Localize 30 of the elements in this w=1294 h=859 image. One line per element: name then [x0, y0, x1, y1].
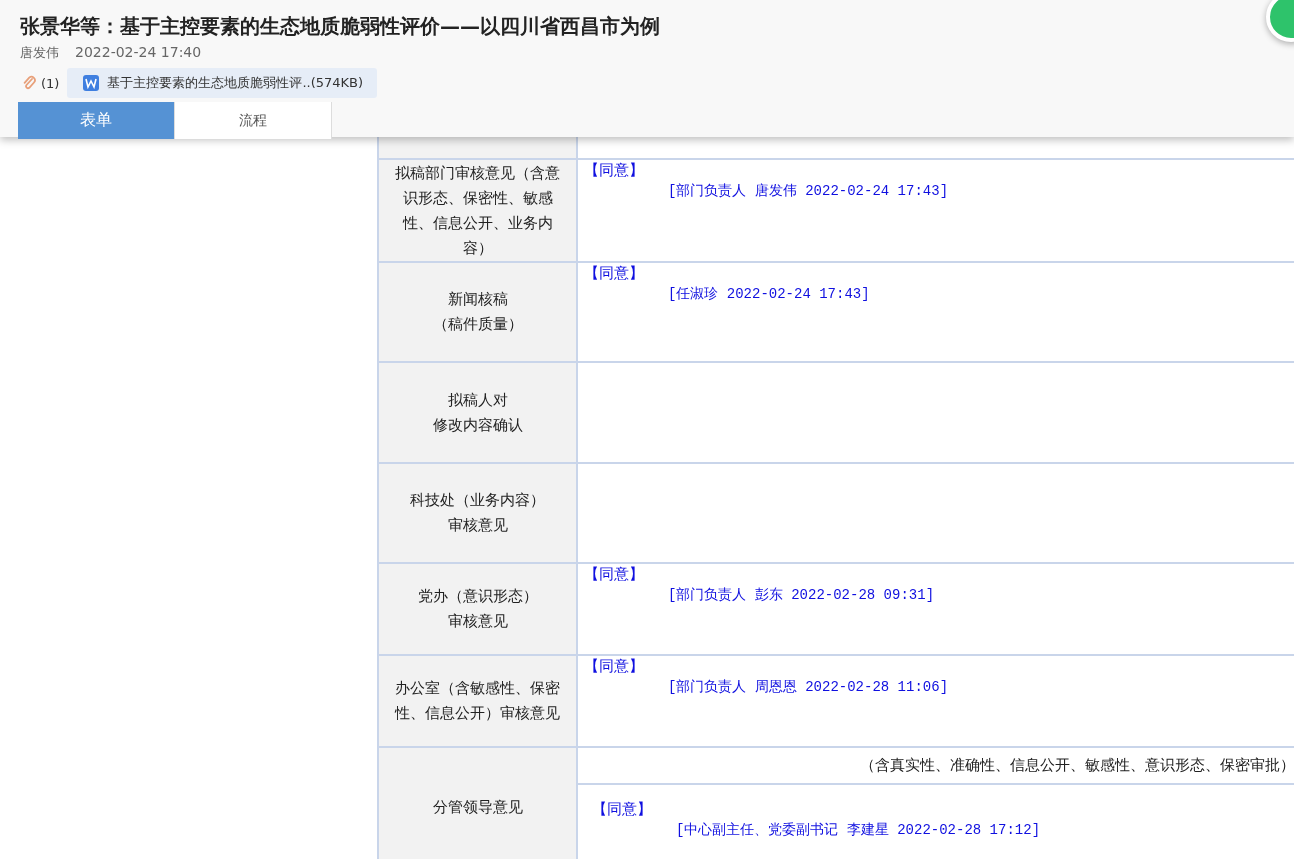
row-label: 科技处（业务内容） [410, 490, 545, 511]
row-label: 办公室（含敏感性、保密性、信息公开）审核意见 [393, 678, 561, 724]
row-label: 审核意见 [446, 611, 509, 632]
row-label: 审核意见 [446, 515, 509, 536]
opinion-text: 【同意】 [584, 162, 645, 182]
note-text: （含真实性、准确性、信息公开、敏感性、意识形态、保密审批） [860, 756, 1294, 775]
opinion-text: 【同意】 [592, 801, 653, 821]
word-file-icon [83, 75, 100, 91]
tab[interactable]: 流程 [175, 102, 332, 139]
attachment-count: (1) [41, 75, 60, 91]
row-label: 分管领导意见 [432, 796, 523, 818]
signature-text: [部门负责人 彭东 2022-02-28 09:31] [667, 586, 936, 604]
opinion-text: 【同意】 [584, 658, 645, 678]
attachment-link[interactable]: 基于主控要素的生态地质脆弱性评..(574KB) [67, 68, 378, 98]
signature-text: [任淑珍 2022-02-24 17:43] [667, 285, 871, 303]
post-time: 2022-02-24 17:40 [75, 44, 202, 62]
signature-text: [中心副主任、党委副书记 李建星 2022-02-28 17:12] [675, 821, 1042, 839]
row-label: 拟稿人对 [446, 389, 509, 411]
opinion-text: 【同意】 [584, 265, 645, 285]
row-label: （稿件质量） [432, 314, 523, 335]
signature-text: [部门负责人 唐发伟 2022-02-24 17:43] [667, 182, 950, 200]
row-label: 修改内容确认 [432, 414, 523, 436]
document-title: 张景华等：基于主控要素的生态地质脆弱性评价——以四川省西昌市为例 [19, 13, 660, 40]
signature-text: [部门负责人 周恩恩 2022-02-28 11:06] [667, 678, 950, 696]
row-label: 拟稿部门审核意见（含意识形态、保密性、敏感性、信息公开、业务内容） [394, 162, 561, 259]
paperclip-icon [22, 75, 36, 91]
author-name: 唐发伟 [20, 44, 59, 62]
opinion-text: 【同意】 [584, 566, 645, 586]
row-label: 党办（意识形态） [417, 586, 538, 607]
row-label: 新闻核稿 [446, 289, 509, 310]
